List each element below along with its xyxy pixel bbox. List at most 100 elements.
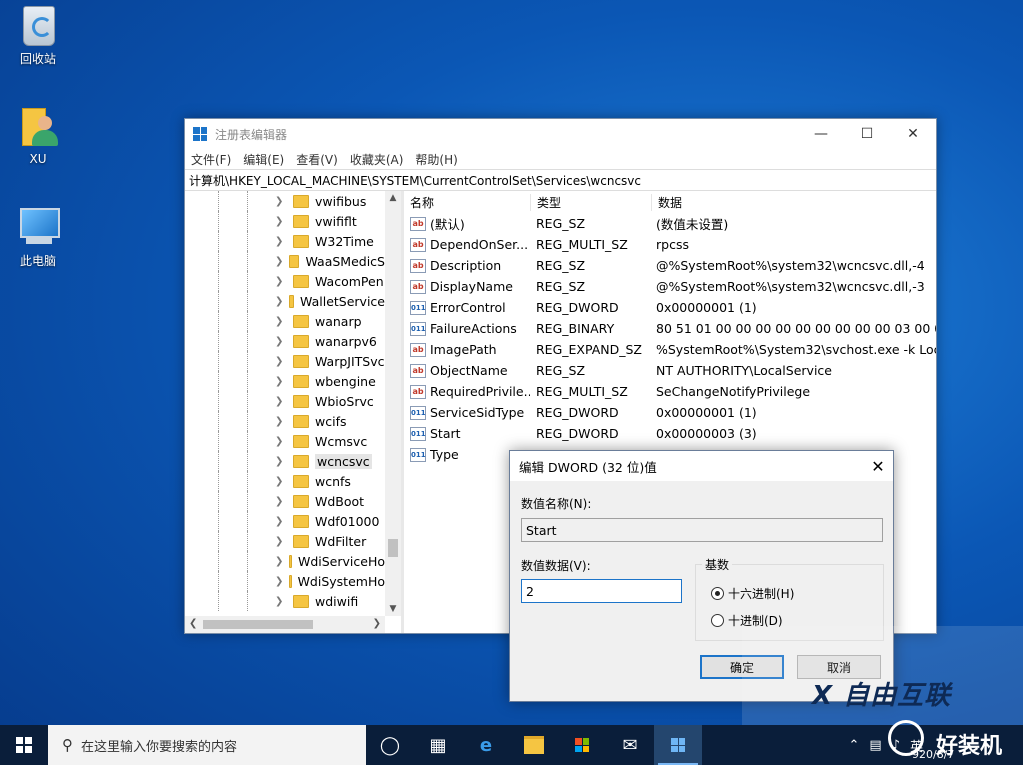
- tree-item-wbengine[interactable]: ❯ wbengine: [185, 371, 385, 391]
- dialog-title-bar[interactable]: 编辑 DWORD (32 位)值 ✕: [510, 451, 893, 481]
- tree-item-wdiwifi[interactable]: ❯ wdiwifi: [185, 591, 385, 611]
- file-explorer-icon[interactable]: [510, 725, 558, 765]
- expand-chevron-icon[interactable]: ❯: [275, 536, 287, 547]
- desktop-icon-recycle-bin[interactable]: 回收站: [3, 6, 73, 67]
- value-row[interactable]: 011 ErrorControl REG_DWORD 0x00000001 (1): [404, 297, 936, 318]
- tree-item-wdisystemho[interactable]: ❯ WdiSystemHo: [185, 571, 385, 591]
- expand-chevron-icon[interactable]: ❯: [275, 296, 283, 307]
- tree-item-wcncsvc[interactable]: ❯ wcncsvc: [185, 451, 385, 471]
- tree-item-wanarp[interactable]: ❯ wanarp: [185, 311, 385, 331]
- scroll-down-icon[interactable]: ▼: [385, 604, 401, 614]
- address-bar[interactable]: 计算机\HKEY_LOCAL_MACHINE\SYSTEM\CurrentCon…: [185, 169, 936, 191]
- expand-chevron-icon[interactable]: ❯: [275, 216, 287, 227]
- menu-favorites[interactable]: 收藏夹(A): [350, 151, 404, 168]
- value-row[interactable]: ab (默认) REG_SZ (数值未设置): [404, 213, 936, 234]
- value-row[interactable]: 011 ServiceSidType REG_DWORD 0x00000001 (1): [404, 402, 936, 423]
- close-button[interactable]: ✕: [890, 119, 936, 149]
- menu-help[interactable]: 帮助(H): [415, 151, 457, 168]
- expand-chevron-icon[interactable]: ❯: [275, 316, 287, 327]
- mail-icon[interactable]: ✉: [606, 725, 654, 765]
- menu-edit[interactable]: 编辑(E): [243, 151, 284, 168]
- regedit-taskbar-icon[interactable]: [654, 725, 702, 765]
- expand-chevron-icon[interactable]: ❯: [275, 196, 287, 207]
- expand-chevron-icon[interactable]: ❯: [275, 556, 283, 567]
- expand-chevron-icon[interactable]: ❯: [275, 356, 287, 367]
- scroll-up-icon[interactable]: ▲: [385, 193, 401, 203]
- tree-item-w32time[interactable]: ❯ W32Time: [185, 231, 385, 251]
- network-icon[interactable]: ▤: [869, 738, 881, 753]
- expand-chevron-icon[interactable]: ❯: [275, 516, 287, 527]
- folder-icon: [293, 394, 309, 408]
- desktop-icon-user-folder[interactable]: XU: [3, 104, 73, 166]
- tree-item-wcmsvc[interactable]: ❯ Wcmsvc: [185, 431, 385, 451]
- scroll-left-icon[interactable]: ❮: [189, 618, 197, 629]
- tree-horizontal-scrollbar[interactable]: ❮ ❯: [185, 616, 385, 633]
- tree-item-warpjitsvc[interactable]: ❯ WarpJITSvc: [185, 351, 385, 371]
- tree-item-wcifs[interactable]: ❯ wcifs: [185, 411, 385, 431]
- tree-guide-line: [218, 571, 219, 591]
- store-icon[interactable]: [558, 725, 606, 765]
- scroll-right-icon[interactable]: ❯: [373, 618, 381, 629]
- menu-view[interactable]: 查看(V): [296, 151, 338, 168]
- tree-item-wbiosrvc[interactable]: ❯ WbioSrvc: [185, 391, 385, 411]
- desktop-icon-this-pc[interactable]: 此电脑: [3, 204, 73, 269]
- expand-chevron-icon[interactable]: ❯: [275, 236, 287, 247]
- expand-chevron-icon[interactable]: ❯: [275, 596, 287, 607]
- folder-icon: [293, 274, 309, 288]
- tree-item-wdfilter[interactable]: ❯ WdFilter: [185, 531, 385, 551]
- expand-chevron-icon[interactable]: ❯: [275, 376, 287, 387]
- expand-chevron-icon[interactable]: ❯: [275, 336, 287, 347]
- maximize-button[interactable]: ☐: [844, 119, 890, 149]
- value-row[interactable]: ab DependOnSer... REG_MULTI_SZ rpcss: [404, 234, 936, 255]
- scroll-thumb[interactable]: [203, 620, 313, 629]
- tree-item-vwifibus[interactable]: ❯ vwifibus: [185, 191, 385, 211]
- tree-vertical-scrollbar[interactable]: ▲ ▼: [385, 191, 401, 616]
- menu-file[interactable]: 文件(F): [191, 151, 231, 168]
- taskbar-search-box[interactable]: ⚲ 在这里输入你要搜索的内容: [48, 725, 366, 765]
- start-button[interactable]: [0, 725, 48, 765]
- expand-chevron-icon[interactable]: ❯: [275, 396, 287, 407]
- task-view-icon[interactable]: ▦: [414, 725, 462, 765]
- value-data-input[interactable]: 2: [521, 579, 682, 603]
- value-row[interactable]: 011 Start REG_DWORD 0x00000003 (3): [404, 423, 936, 444]
- tree-item-vwififlt[interactable]: ❯ vwififlt: [185, 211, 385, 231]
- title-bar[interactable]: 注册表编辑器 — ☐ ✕: [185, 119, 936, 149]
- value-row[interactable]: ab ObjectName REG_SZ NT AUTHORITY\LocalServ…: [404, 360, 936, 381]
- edge-icon[interactable]: e: [462, 725, 510, 765]
- dialog-close-icon[interactable]: ✕: [863, 457, 893, 476]
- scroll-thumb[interactable]: [388, 539, 398, 557]
- cortana-icon[interactable]: ◯: [366, 725, 414, 765]
- value-row[interactable]: ab ImagePath REG_EXPAND_SZ %SystemRoot%\Sys…: [404, 339, 936, 360]
- value-row[interactable]: 011 FailureActions REG_BINARY 80 51 01 00 0…: [404, 318, 936, 339]
- minimize-button[interactable]: —: [798, 119, 844, 149]
- expand-chevron-icon[interactable]: ❯: [275, 416, 287, 427]
- value-data-cell: (数值未设置): [656, 217, 729, 232]
- value-row[interactable]: ab DisplayName REG_SZ @%SystemRoot%\system3…: [404, 276, 936, 297]
- expand-chevron-icon[interactable]: ❯: [275, 436, 287, 447]
- tree-item-wanarpv6[interactable]: ❯ wanarpv6: [185, 331, 385, 351]
- expand-chevron-icon[interactable]: ❯: [275, 496, 287, 507]
- tree-item-wdf01000[interactable]: ❯ Wdf01000: [185, 511, 385, 531]
- chevron-up-icon[interactable]: ⌃: [848, 738, 859, 753]
- tree-item-wdiserviceho[interactable]: ❯ WdiServiceHo: [185, 551, 385, 571]
- expand-chevron-icon[interactable]: ❯: [275, 256, 283, 267]
- value-name-cell: ab RequiredPrivile...: [404, 384, 530, 399]
- expand-chevron-icon[interactable]: ❯: [275, 476, 287, 487]
- tree-item-walletservice[interactable]: ❯ WalletService: [185, 291, 385, 311]
- tree-item-waasmedics[interactable]: ❯ WaaSMedicS: [185, 251, 385, 271]
- window-title: 注册表编辑器: [215, 127, 288, 142]
- column-header-data[interactable]: 数据: [652, 194, 936, 211]
- tree-item-label: WaaSMedicS: [305, 253, 385, 269]
- binary-value-icon: 011: [410, 300, 426, 315]
- column-header-name[interactable]: 名称: [404, 193, 531, 211]
- tree-item-wdboot[interactable]: ❯ WdBoot: [185, 491, 385, 511]
- tree-item-wacompen[interactable]: ❯ WacomPen: [185, 271, 385, 291]
- value-row[interactable]: ab RequiredPrivile... REG_MULTI_SZ SeChange…: [404, 381, 936, 402]
- expand-chevron-icon[interactable]: ❯: [275, 576, 283, 587]
- radio-hexadecimal[interactable]: 十六进制(H): [711, 585, 794, 602]
- value-row[interactable]: ab Description REG_SZ @%SystemRoot%\system3…: [404, 255, 936, 276]
- expand-chevron-icon[interactable]: ❯: [275, 456, 287, 467]
- column-header-type[interactable]: 类型: [531, 193, 652, 211]
- expand-chevron-icon[interactable]: ❯: [275, 276, 287, 287]
- tree-item-wcnfs[interactable]: ❯ wcnfs: [185, 471, 385, 491]
